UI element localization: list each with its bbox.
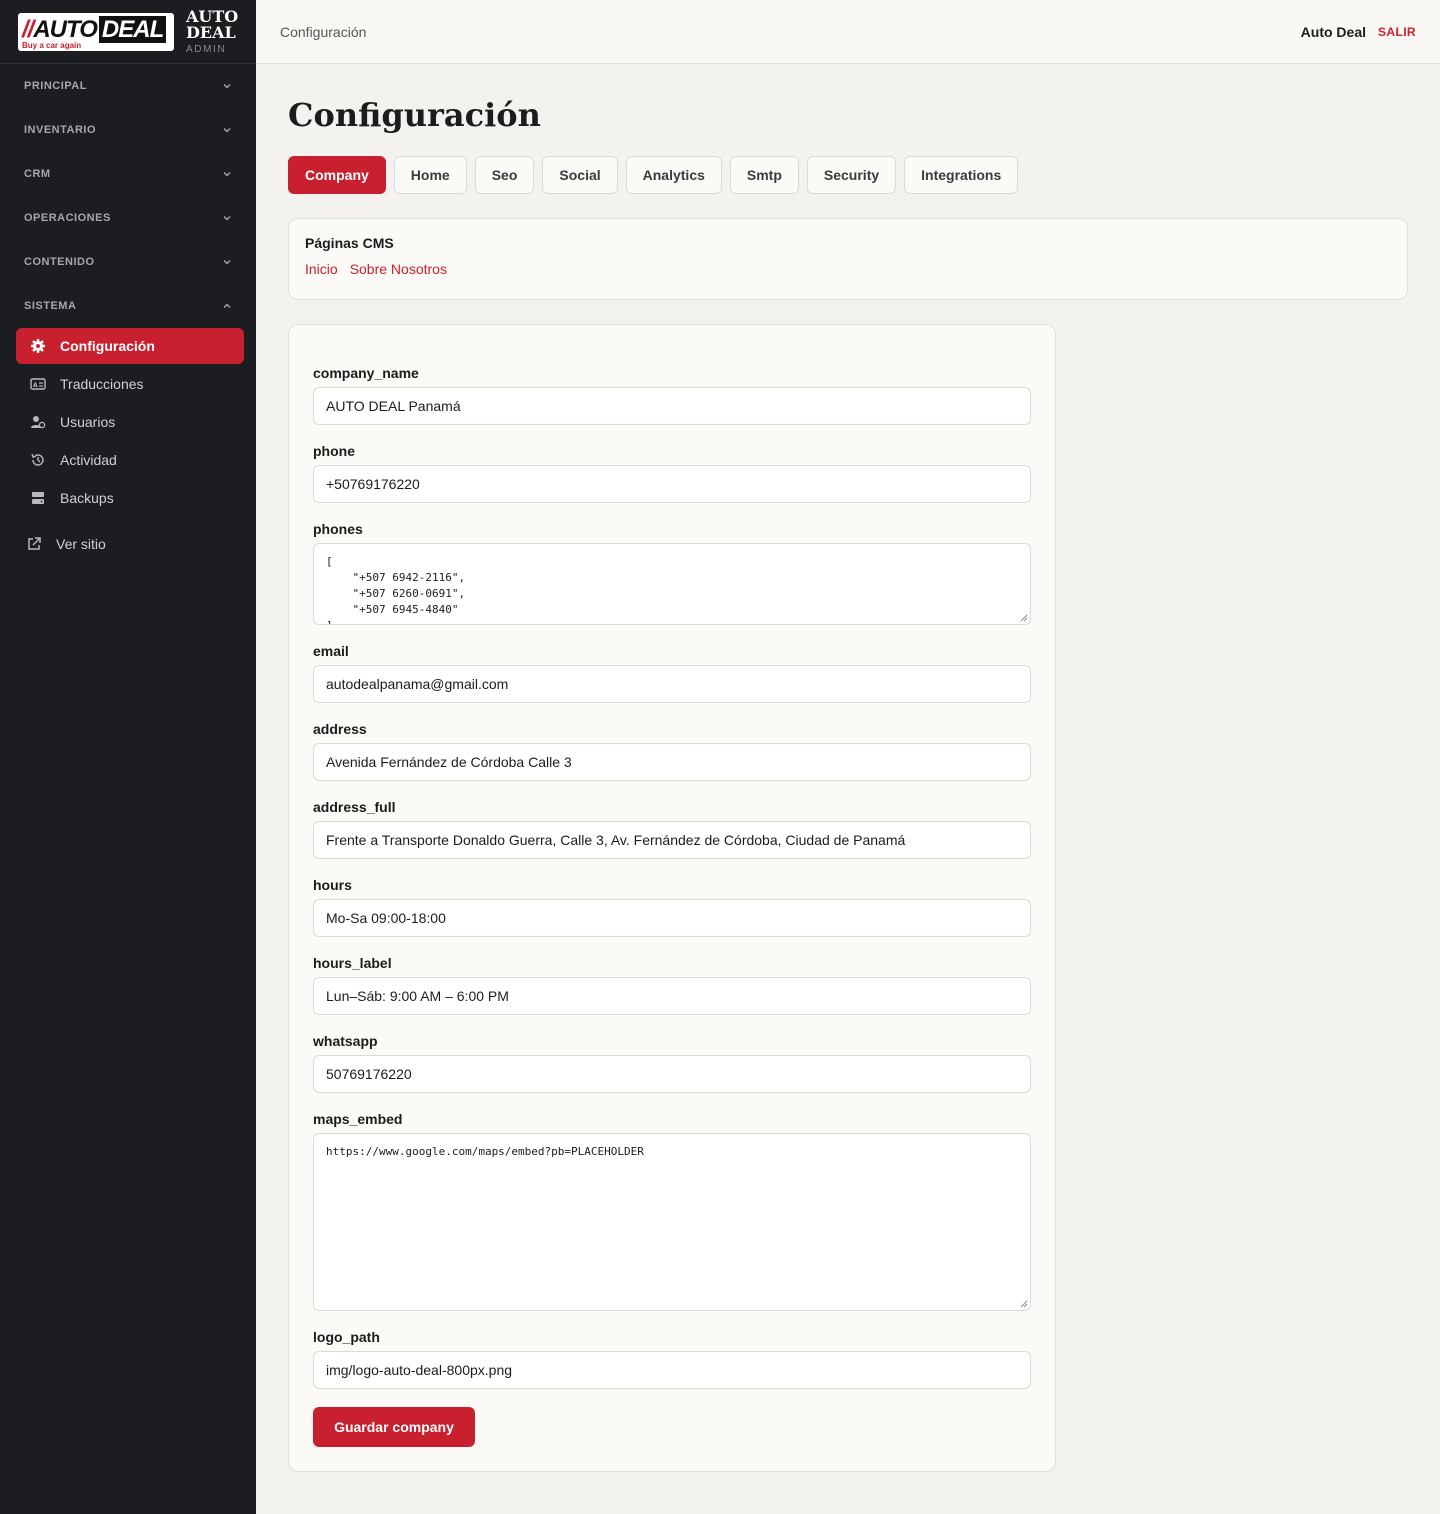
- maps-embed-textarea[interactable]: https://www.google.com/maps/embed?pb=PLA…: [313, 1133, 1031, 1311]
- company-settings-form: company_name AUTO DEAL Panamá phone +507…: [288, 324, 1056, 1472]
- field-company-name: company_name AUTO DEAL Panamá: [313, 365, 1031, 425]
- phones-textarea[interactable]: [ "+507 6942-2116", "+507 6260-0691", "+…: [313, 543, 1031, 625]
- cms-pages-title: Páginas CMS: [305, 235, 394, 251]
- tab-smtp[interactable]: Smtp: [729, 156, 799, 194]
- brand[interactable]: //AUTO DEAL Buy a car again AUTO DEAL ADM…: [0, 0, 256, 64]
- field-address-full: address_full Frente a Transporte Donaldo…: [313, 799, 1031, 859]
- address-input[interactable]: Avenida Fernández de Córdoba Calle 3: [313, 743, 1031, 781]
- field-label: company_name: [313, 365, 419, 381]
- translate-icon: A: [30, 376, 46, 392]
- settings-tabs: Company Home Seo Social Analytics Smtp S…: [288, 156, 1408, 194]
- hours-label-input[interactable]: Lun–Sáb: 9:00 AM – 6:00 PM: [313, 977, 1031, 1015]
- hours-input[interactable]: Mo-Sa 09:00-18:00: [313, 899, 1031, 937]
- tab-seo[interactable]: Seo: [474, 156, 535, 194]
- field-phone: phone +50769176220: [313, 443, 1031, 503]
- tab-integrations[interactable]: Integrations: [904, 156, 1019, 194]
- sidebar-item-backups[interactable]: Backups: [16, 480, 244, 516]
- company-name-input[interactable]: AUTO DEAL Panamá: [313, 387, 1031, 425]
- field-label: address_full: [313, 799, 396, 815]
- field-label: phones: [313, 521, 363, 537]
- field-logo-path: logo_path img/logo-auto-deal-800px.png: [313, 1329, 1031, 1389]
- tab-home[interactable]: Home: [393, 156, 467, 194]
- nav-group-principal[interactable]: PRINCIPAL: [0, 64, 256, 108]
- tab-security[interactable]: Security: [806, 156, 897, 194]
- field-label: email: [313, 643, 349, 659]
- gear-icon: [30, 338, 46, 354]
- nav-group-contenido[interactable]: CONTENIDO: [0, 240, 256, 284]
- users-icon: [30, 414, 46, 430]
- chevron-down-icon: [222, 81, 232, 91]
- field-address: address Avenida Fernández de Córdoba Cal…: [313, 721, 1031, 781]
- nav-group-inventario[interactable]: INVENTARIO: [0, 108, 256, 152]
- email-input[interactable]: autodealpanama@gmail.com: [313, 665, 1031, 703]
- cms-link-sobre-nosotros[interactable]: Sobre Nosotros: [350, 261, 447, 277]
- sidebar: //AUTO DEAL Buy a car again AUTO DEAL ADM…: [0, 0, 256, 1514]
- main-content: Configuración Company Home Seo Social An…: [288, 64, 1408, 1472]
- brand-title: AUTO DEAL: [186, 6, 239, 42]
- breadcrumb: Configuración: [280, 23, 367, 40]
- brand-logo: //AUTO DEAL Buy a car again: [18, 12, 174, 51]
- sidebar-item-usuarios[interactable]: Usuarios: [16, 404, 244, 440]
- field-hours-label: hours_label Lun–Sáb: 9:00 AM – 6:00 PM: [313, 955, 1031, 1015]
- server-icon: [30, 490, 46, 506]
- chevron-down-icon: [222, 125, 232, 135]
- user-name: Auto Deal: [1300, 23, 1366, 40]
- chevron-down-icon: [222, 213, 232, 223]
- save-company-button[interactable]: Guardar company: [313, 1407, 475, 1447]
- history-icon: [30, 452, 46, 468]
- tab-social[interactable]: Social: [542, 156, 618, 194]
- svg-text:A: A: [33, 382, 38, 389]
- field-email: email autodealpanama@gmail.com: [313, 643, 1031, 703]
- nav-group-operaciones[interactable]: OPERACIONES: [0, 196, 256, 240]
- field-phones: phones [ "+507 6942-2116", "+507 6260-06…: [313, 521, 1031, 625]
- field-hours: hours Mo-Sa 09:00-18:00: [313, 877, 1031, 937]
- nav-group-crm[interactable]: CRM: [0, 152, 256, 196]
- field-label: address: [313, 721, 367, 737]
- field-label: whatsapp: [313, 1033, 378, 1049]
- nav-group-sistema[interactable]: SISTEMA: [0, 284, 256, 328]
- cms-link-inicio[interactable]: Inicio: [305, 261, 338, 277]
- field-label: hours_label: [313, 955, 392, 971]
- sidebar-item-actividad[interactable]: Actividad: [16, 442, 244, 478]
- chevron-up-icon: [222, 301, 232, 311]
- page-title: Configuración: [288, 96, 541, 134]
- cms-pages-card: Páginas CMS Inicio Sobre Nosotros: [288, 218, 1408, 300]
- view-site-link[interactable]: Ver sitio: [0, 526, 256, 562]
- field-label: maps_embed: [313, 1111, 403, 1127]
- logo-path-input[interactable]: img/logo-auto-deal-800px.png: [313, 1351, 1031, 1389]
- logout-link[interactable]: SALIR: [1378, 25, 1416, 39]
- field-maps-embed: maps_embed https://www.google.com/maps/e…: [313, 1111, 1031, 1311]
- sidebar-item-configuracion[interactable]: Configuración: [16, 328, 244, 364]
- brand-subtitle: ADMIN: [186, 43, 227, 55]
- chevron-down-icon: [222, 257, 232, 267]
- tab-analytics[interactable]: Analytics: [625, 156, 722, 194]
- phone-input[interactable]: +50769176220: [313, 465, 1031, 503]
- external-link-icon: [26, 536, 42, 552]
- sidebar-item-traducciones[interactable]: A Traducciones: [16, 366, 244, 402]
- field-label: logo_path: [313, 1329, 380, 1345]
- resize-grip-icon[interactable]: [1020, 614, 1028, 622]
- resize-grip-icon[interactable]: [1020, 1300, 1028, 1308]
- whatsapp-input[interactable]: 50769176220: [313, 1055, 1031, 1093]
- field-label: hours: [313, 877, 352, 893]
- topbar: Configuración Auto Deal SALIR: [256, 0, 1440, 64]
- address-full-input[interactable]: Frente a Transporte Donaldo Guerra, Call…: [313, 821, 1031, 859]
- tab-company[interactable]: Company: [288, 156, 386, 194]
- field-label: phone: [313, 443, 355, 459]
- field-whatsapp: whatsapp 50769176220: [313, 1033, 1031, 1093]
- chevron-down-icon: [222, 169, 232, 179]
